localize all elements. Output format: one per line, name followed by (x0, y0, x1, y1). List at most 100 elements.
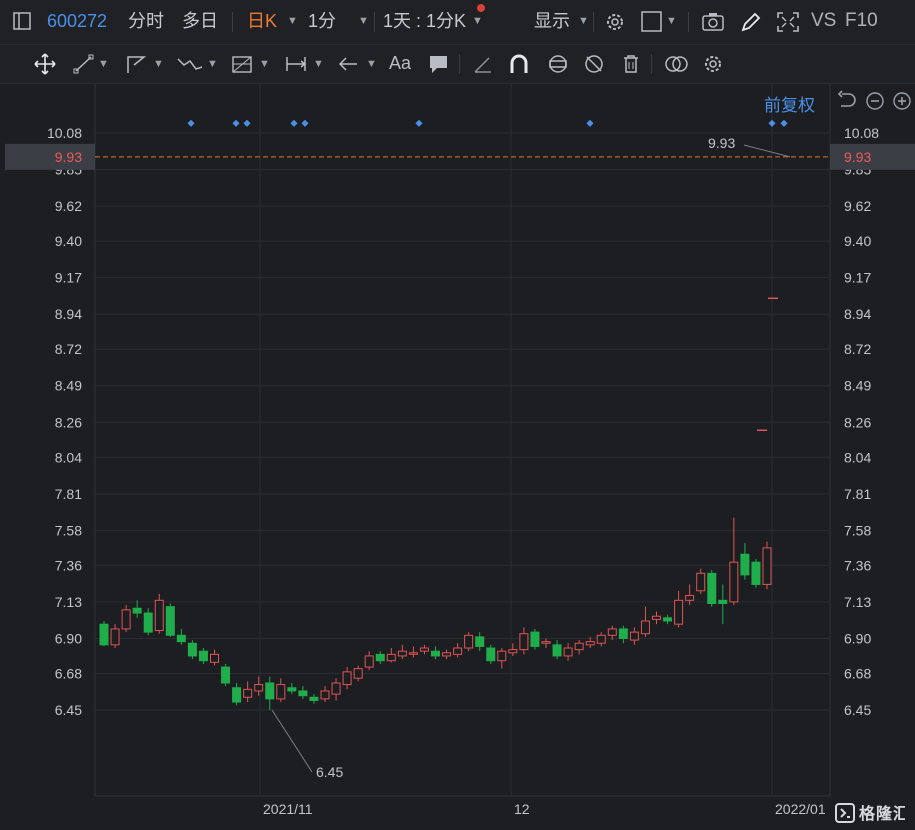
chevron-down-icon[interactable]: ▼ (98, 58, 109, 70)
y-tick-label: 8.26 (55, 414, 82, 430)
candlestick-chart[interactable]: 10.089.859.629.409.178.948.728.498.268.0… (0, 84, 915, 830)
square-icon[interactable] (641, 11, 665, 33)
gear-icon[interactable] (603, 10, 627, 32)
chevron-down-icon[interactable]: ▼ (313, 58, 324, 70)
low-annotation: 6.45 (316, 764, 343, 780)
candle-body (298, 690, 308, 697)
zoom-in-icon[interactable] (892, 91, 912, 111)
candle-body (243, 688, 253, 698)
candle-body (375, 653, 385, 662)
candle (530, 628, 540, 650)
svg-text:格隆汇: 格隆汇 (859, 804, 905, 823)
candle-body (563, 647, 573, 657)
chevron-down-icon[interactable]: ▼ (358, 15, 369, 27)
candle-body (519, 633, 529, 651)
y-tick-label: 9.62 (844, 198, 871, 214)
candle-body (431, 650, 440, 657)
zoom-out-icon[interactable] (865, 91, 885, 111)
adjust-mode[interactable]: 前复权 (764, 91, 815, 116)
f10-button[interactable]: F10 (845, 10, 878, 32)
y-tick-label: 9.62 (55, 198, 82, 214)
stock-code[interactable]: 600272 (47, 10, 107, 32)
tab-daily-k[interactable]: 日K (247, 10, 277, 32)
candle-body (386, 653, 396, 662)
candle (221, 663, 231, 687)
candle-body (353, 668, 363, 679)
candle-body (121, 609, 131, 630)
trash-icon[interactable] (619, 53, 643, 75)
fib-tool-icon[interactable] (230, 53, 254, 75)
candle-body (232, 687, 242, 703)
y-tick-label: 7.36 (844, 557, 871, 573)
candle-body (674, 599, 684, 625)
arrow-tool-icon[interactable] (337, 53, 361, 75)
high-annotation: 9.93 (708, 135, 735, 151)
y-tick-label: 6.90 (55, 630, 82, 646)
y-tick-label: 9.40 (55, 233, 82, 249)
period-1min[interactable]: 1分 (308, 10, 336, 32)
candle (486, 644, 496, 664)
candle-body (486, 647, 496, 662)
y-tick-label: 9.17 (844, 270, 871, 286)
candle (762, 541, 772, 590)
vs-button[interactable]: VS (811, 10, 836, 32)
y-tick-label: 9.17 (55, 270, 82, 286)
tab-intraday[interactable]: 分时 (128, 10, 164, 32)
candle-body (751, 561, 761, 585)
y-tick-label: 8.26 (844, 414, 871, 430)
eye-sync-icon[interactable] (545, 53, 569, 75)
y-tick-label: 7.58 (844, 522, 871, 538)
measure-tool-icon[interactable] (284, 53, 308, 75)
chevron-down-icon[interactable]: ▼ (259, 58, 270, 70)
hide-icon[interactable] (582, 53, 606, 75)
candle-body (707, 572, 717, 605)
line-tool-icon[interactable] (72, 53, 96, 75)
magnet-icon[interactable] (507, 53, 531, 75)
candle-body (276, 684, 286, 700)
chevron-down-icon[interactable]: ▼ (472, 15, 483, 27)
candle-body (464, 634, 474, 649)
chevron-down-icon[interactable]: ▼ (366, 58, 377, 70)
pencil-icon[interactable] (739, 11, 763, 33)
layout-icon[interactable] (12, 11, 36, 33)
text-tool-icon[interactable]: Aa (389, 53, 413, 75)
candle-body (652, 615, 661, 620)
camera-icon[interactable] (701, 11, 725, 33)
tab-multiday[interactable]: 多日 (182, 10, 218, 32)
divider (651, 54, 652, 74)
y-tick-label: 8.49 (55, 378, 82, 394)
y-tick-label: 6.68 (844, 665, 871, 681)
y-tick-label: 8.94 (844, 306, 871, 322)
candle-body (110, 628, 120, 646)
candle (464, 632, 474, 652)
display-menu[interactable]: 显示 (534, 10, 570, 32)
chevron-down-icon[interactable]: ▼ (207, 58, 218, 70)
range-selector[interactable]: 1天 : 1分K (383, 10, 466, 32)
candle-body (530, 631, 540, 647)
chevron-down-icon[interactable]: ▼ (666, 15, 677, 27)
undo-icon[interactable] (836, 90, 856, 112)
notification-dot (477, 4, 485, 12)
move-icon[interactable] (33, 53, 57, 75)
y-tick-label: 6.45 (55, 702, 82, 718)
y-tick-label: 6.90 (844, 630, 871, 646)
candle (707, 570, 717, 607)
overlap-icon[interactable] (663, 53, 688, 75)
y-tick-label: 10.08 (47, 125, 82, 141)
ruler-icon[interactable] (471, 53, 495, 75)
candle-body (497, 650, 507, 662)
current-price-label-right: 9.93 (844, 149, 871, 165)
x-tick-label: 2022/01 (775, 801, 826, 817)
chevron-down-icon[interactable]: ▼ (578, 15, 589, 27)
settings-icon[interactable] (701, 53, 725, 75)
candle-body (176, 634, 186, 643)
chevron-down-icon[interactable]: ▼ (153, 58, 164, 70)
divider (593, 12, 594, 32)
wave-tool-icon[interactable] (176, 53, 203, 75)
comment-tool-icon[interactable] (427, 53, 451, 75)
candle-body (696, 572, 706, 592)
chevron-down-icon[interactable]: ▼ (287, 15, 298, 27)
plot-area (95, 84, 830, 796)
polyline-tool-icon[interactable] (124, 53, 148, 75)
fullscreen-icon[interactable] (776, 11, 800, 33)
